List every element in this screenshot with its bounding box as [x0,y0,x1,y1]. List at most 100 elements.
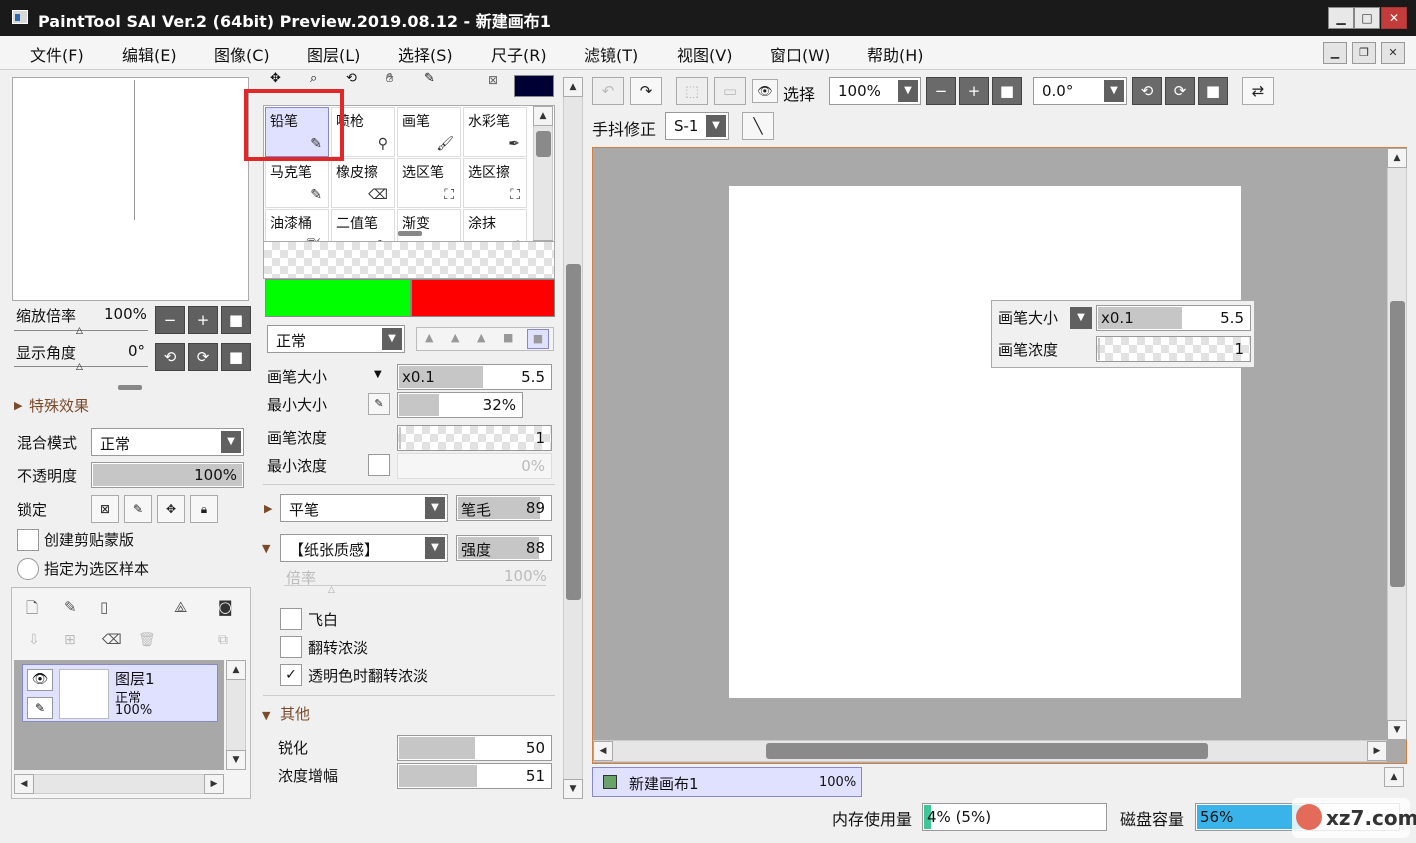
move-tool-icon[interactable]: ✥ [270,71,281,86]
minimize-button[interactable]: ▁ [1328,7,1354,29]
scroll-down-icon[interactable]: ▼ [226,750,246,770]
secondary-color[interactable] [411,279,555,317]
rotation-select[interactable]: 0.0° ▼ [1033,77,1127,105]
redo-icon[interactable]: ↷ [630,77,662,105]
scroll-thumb[interactable] [536,131,551,157]
menu-window[interactable]: 窗口(W) [770,42,830,66]
invert-transparent-checkbox[interactable]: ✓ [280,664,302,686]
canvas-zoom-out-button[interactable]: − [926,77,956,105]
merge-down-icon[interactable]: ⇩ [28,632,40,648]
menu-image[interactable]: 图像(C) [214,42,270,66]
mdi-minimize-button[interactable]: ▁ [1323,42,1347,64]
clip-mask-checkbox[interactable] [17,529,39,551]
tool-marker[interactable]: 马克笔 ✎ [265,158,329,208]
scroll-left-icon[interactable]: ◀ [14,774,34,794]
scroll-right-icon[interactable]: ▶ [204,774,224,794]
canvas-zoom-reset-button[interactable]: ■ [992,77,1022,105]
invert-select-icon[interactable]: ▭ [714,77,746,105]
zoom-reset-button[interactable]: ■ [221,306,251,334]
selection-sample-radio[interactable] [17,558,39,580]
scroll-up-icon[interactable]: ▲ [533,106,553,126]
layer-mask-icon[interactable]: ◙ [218,598,233,616]
lock-paint-icon[interactable]: ✎ [124,495,152,523]
brush-density-slider[interactable]: 1 [397,425,552,451]
new-vector-layer-icon[interactable]: ✎ [64,598,77,616]
layer-mode-icon[interactable]: ⟁ [174,598,187,616]
canvas-vscrollbar[interactable]: ▲ ▼ [1387,148,1407,740]
effects-expand-icon[interactable]: ▶ [14,399,22,412]
canvas-view[interactable]: 画笔大小 ▼ x0.1 5.5 画笔浓度 1 ▲ ▼ ◀ ▶ [592,147,1407,764]
brush-size-slider[interactable]: x0.1 5.5 [397,364,552,390]
menu-file[interactable]: 文件(F) [30,42,84,66]
texture-select[interactable]: 【纸张质感】 ▼ [280,534,448,562]
canvas-zoom-in-button[interactable]: + [959,77,989,105]
other-expand-icon[interactable]: ▼ [262,709,270,722]
brush-shape-2-icon[interactable]: ▲ [451,331,459,344]
scale-slider[interactable]: △ [284,583,546,595]
visibility-eye-icon[interactable]: 👁︎ [27,669,53,691]
scroll-up-icon[interactable]: ▲ [1387,148,1407,168]
menu-filter[interactable]: 滤镜(T) [584,42,638,66]
min-size-pressure-icon[interactable]: ✎ [368,393,390,415]
panel-splitter[interactable] [118,385,142,390]
rotate-reset-button[interactable]: ■ [221,343,251,371]
zoom-tool-icon[interactable]: ⌕ [310,71,317,86]
strength-slider[interactable]: 强度 88 [456,535,552,561]
hud-density-slider[interactable]: 1 [1096,336,1251,362]
scroll-up-icon[interactable]: ▲ [226,660,246,680]
mdi-close-button[interactable]: ✕ [1381,42,1405,64]
shape-expand-icon[interactable]: ▶ [264,502,272,515]
fly-white-checkbox[interactable] [280,608,302,630]
scroll-down-icon[interactable]: ▼ [563,779,583,799]
canvas-rotate-ccw-button[interactable]: ⟲ [1132,77,1162,105]
other-section-title[interactable]: 其他 [280,703,310,724]
color-swatch[interactable] [514,75,554,97]
canvas-hscrollbar[interactable]: ◀ ▶ [593,740,1387,762]
brush-blend-select[interactable]: 正常 ▼ [267,325,405,353]
navigator-preview[interactable] [12,77,249,301]
zoom-slider[interactable]: △ [14,326,148,336]
scroll-thumb[interactable] [566,264,581,600]
menu-help[interactable]: 帮助(H) [867,42,924,66]
clear-layer-icon[interactable]: ⌫ [102,632,122,648]
sharpen-slider[interactable]: 50 [397,735,552,761]
scroll-down-icon[interactable]: ▼ [1387,720,1407,740]
menu-select[interactable]: 选择(S) [398,42,453,66]
layer-list-scrollbar[interactable]: ▲ ▼ [226,660,246,770]
effects-section-title[interactable]: 特殊效果 [29,395,89,416]
lock-transparency-icon[interactable]: ⊠ [91,495,119,523]
opacity-slider[interactable]: 100% [91,462,244,488]
tool-grid-scrollbar[interactable]: ▲ ▼ [533,106,553,260]
canvas-rotate-cw-button[interactable]: ⟳ [1165,77,1195,105]
transparent-color-icon[interactable]: ⊠ [488,73,498,87]
blend-mode-select[interactable]: 正常 ▼ [91,428,244,456]
tool-watercolor[interactable]: 水彩笔 ✒ [463,107,527,157]
tool-brush[interactable]: 画笔 🖌︎ [397,107,461,157]
menu-layer[interactable]: 图层(L) [307,42,360,66]
zoom-select[interactable]: 100% ▼ [829,77,921,105]
zoom-in-button[interactable]: + [188,306,218,334]
lock-all-icon[interactable]: 🔒︎ [190,495,218,523]
scroll-thumb[interactable] [1390,301,1405,587]
flip-horizontal-icon[interactable]: ⇄ [1242,77,1274,105]
canvas-document[interactable] [729,186,1241,698]
scroll-up-icon[interactable]: ▲ [563,77,583,97]
new-layer-icon[interactable]: 🗋 [26,598,38,623]
tabs-scroll-up-icon[interactable]: ▲ [1384,767,1404,787]
brush-shape-4-icon[interactable]: ■ [503,331,513,344]
layer-row[interactable]: 👁︎ ✎ 图层1 正常 100% [22,664,218,722]
brush-shape-1-icon[interactable]: ▲ [425,331,433,344]
min-size-slider[interactable]: 32% [397,392,523,418]
menu-edit[interactable]: 编辑(E) [122,42,177,66]
hud-size-dropdown[interactable]: ▼ [1070,307,1092,329]
tool-eraser[interactable]: 橡皮擦 ⌫ [331,158,395,208]
undo-icon[interactable]: ↶ [592,77,624,105]
line-tool-icon[interactable]: ╲ [742,112,774,140]
scroll-left-icon[interactable]: ◀ [593,741,613,761]
selection-visibility-icon[interactable]: 👁︎ [752,79,778,103]
brush-shape-3-icon[interactable]: ▲ [477,331,485,344]
angle-slider[interactable]: △ [14,362,148,372]
texture-expand-icon[interactable]: ▼ [262,542,270,555]
layer-list-hscrollbar[interactable]: ◀ ▶ [14,774,224,794]
brush-shape-5-icon[interactable]: ■ [527,329,549,349]
